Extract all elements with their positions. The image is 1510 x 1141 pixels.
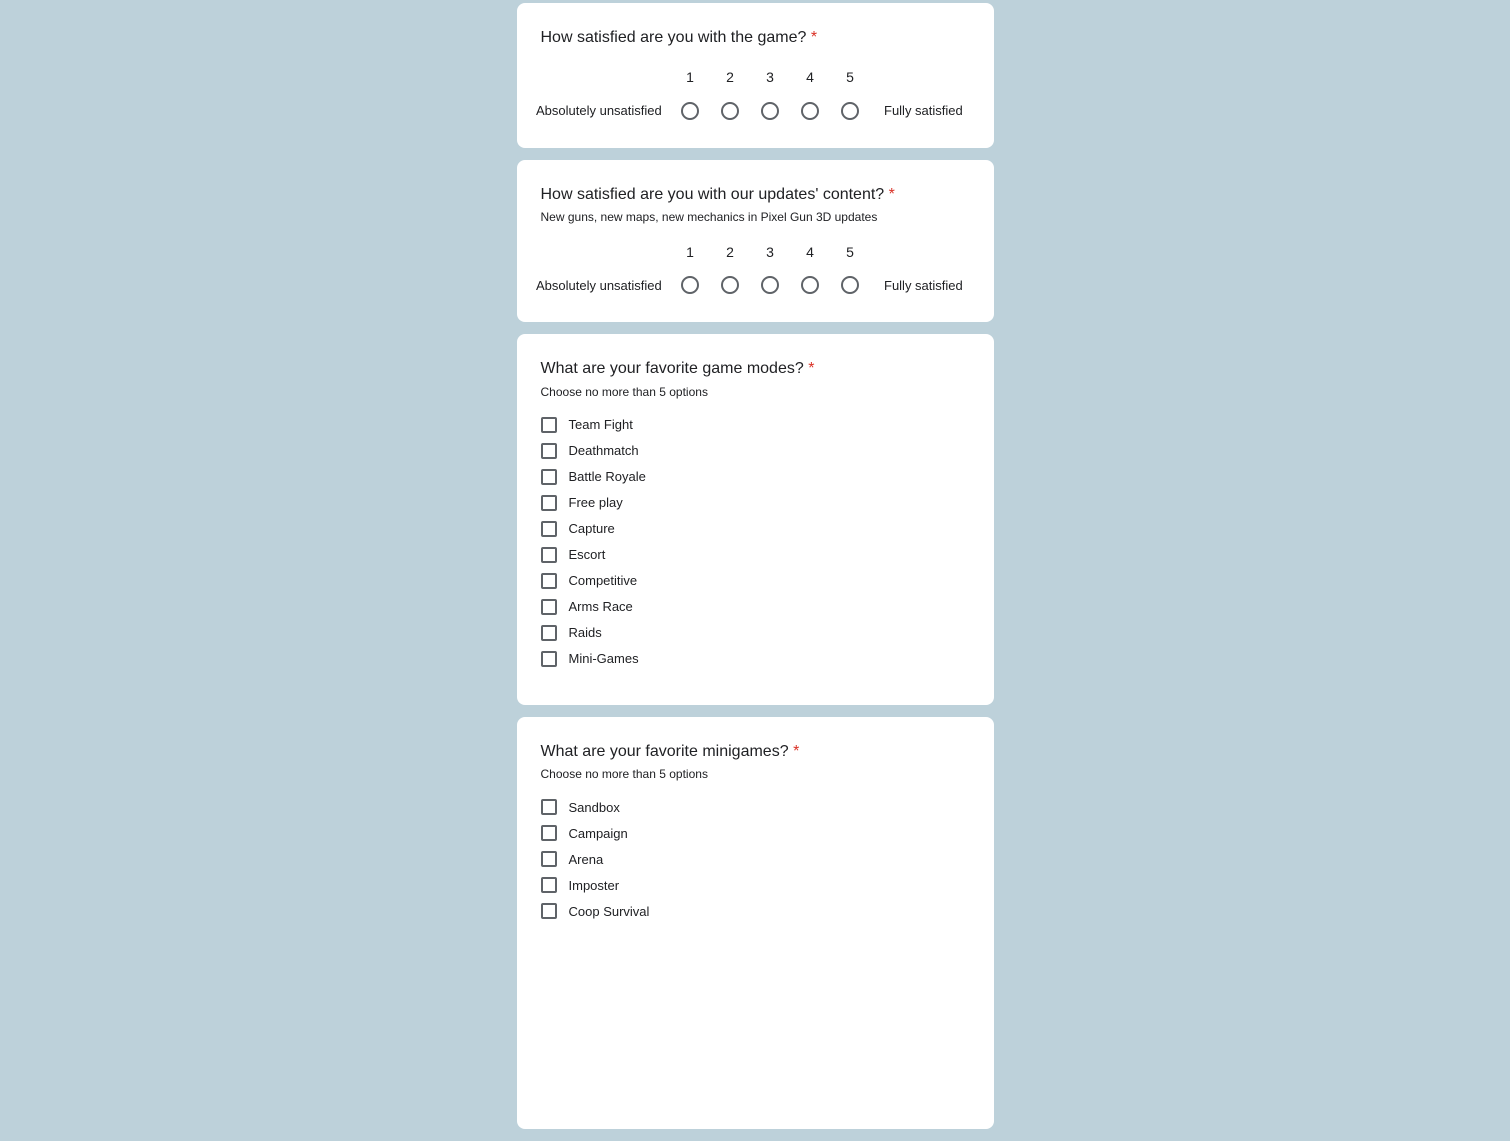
- checkbox-icon: [541, 599, 557, 615]
- scale-number: 3: [750, 244, 790, 260]
- question-title: How satisfied are you with our updates' …: [541, 184, 970, 206]
- option-label: Deathmatch: [569, 443, 639, 458]
- checkbox-icon: [541, 851, 557, 867]
- scale-numbers-row: 1 2 3 4 5: [541, 244, 970, 260]
- scale-radio-1[interactable]: [681, 276, 699, 294]
- form-container: How satisfied are you with the game? * 1…: [517, 0, 994, 1129]
- scale-number: 4: [790, 69, 830, 85]
- scale-low-label: Absolutely unsatisfied: [536, 278, 656, 293]
- checkbox-option[interactable]: Arena: [541, 851, 970, 867]
- scale-radios-row: Absolutely unsatisfied Fully satisfied: [541, 101, 970, 119]
- checkbox-option[interactable]: Mini-Games: [541, 651, 970, 667]
- checkbox-option[interactable]: Raids: [541, 625, 970, 641]
- checkbox-option[interactable]: Campaign: [541, 825, 970, 841]
- scale-number: 1: [670, 69, 710, 85]
- option-label: Battle Royale: [569, 469, 646, 484]
- checkbox-icon: [541, 443, 557, 459]
- scale-number: 2: [710, 244, 750, 260]
- option-label: Raids: [569, 625, 602, 640]
- checkbox-option[interactable]: Coop Survival: [541, 903, 970, 919]
- linear-scale: 1 2 3 4 5 Absolutely unsatisfied Fully: [541, 244, 970, 294]
- checkbox-option[interactable]: Capture: [541, 521, 970, 537]
- question-card-satisfaction-game: How satisfied are you with the game? * 1…: [517, 3, 994, 148]
- checkbox-list: Team Fight Deathmatch Battle Royale Free…: [541, 417, 970, 667]
- checkbox-icon: [541, 521, 557, 537]
- scale-number: 2: [710, 69, 750, 85]
- checkbox-list: Sandbox Campaign Arena Imposter Coop Sur…: [541, 799, 970, 919]
- checkbox-option[interactable]: Team Fight: [541, 417, 970, 433]
- checkbox-icon: [541, 573, 557, 589]
- checkbox-option[interactable]: Escort: [541, 547, 970, 563]
- question-title: How satisfied are you with the game? *: [541, 27, 970, 49]
- checkbox-icon: [541, 495, 557, 511]
- scale-radio-4[interactable]: [801, 276, 819, 294]
- option-label: Mini-Games: [569, 651, 639, 666]
- question-card-favorite-minigames: What are your favorite minigames? * Choo…: [517, 717, 994, 1129]
- checkbox-icon: [541, 469, 557, 485]
- option-label: Competitive: [569, 573, 638, 588]
- checkbox-icon: [541, 903, 557, 919]
- checkbox-icon: [541, 799, 557, 815]
- question-description: Choose no more than 5 options: [541, 767, 970, 781]
- scale-radio-4[interactable]: [801, 102, 819, 120]
- option-label: Free play: [569, 495, 623, 510]
- scale-radio-2[interactable]: [721, 102, 739, 120]
- required-marker: *: [811, 29, 817, 46]
- checkbox-option[interactable]: Sandbox: [541, 799, 970, 815]
- required-marker: *: [889, 186, 895, 203]
- option-label: Campaign: [569, 826, 628, 841]
- question-description: Choose no more than 5 options: [541, 385, 970, 399]
- checkbox-icon: [541, 625, 557, 641]
- checkbox-icon: [541, 547, 557, 563]
- scale-number: 5: [830, 69, 870, 85]
- scale-number: 3: [750, 69, 790, 85]
- question-card-satisfaction-updates: How satisfied are you with our updates' …: [517, 160, 994, 323]
- scale-number: 5: [830, 244, 870, 260]
- option-label: Arena: [569, 852, 604, 867]
- checkbox-option[interactable]: Free play: [541, 495, 970, 511]
- checkbox-icon: [541, 417, 557, 433]
- question-title-text: How satisfied are you with the game?: [541, 29, 807, 46]
- question-title-text: What are your favorite minigames?: [541, 743, 789, 760]
- scale-radio-5[interactable]: [841, 276, 859, 294]
- required-marker: *: [793, 743, 799, 760]
- option-label: Imposter: [569, 878, 620, 893]
- scale-radio-3[interactable]: [761, 102, 779, 120]
- scale-radio-3[interactable]: [761, 276, 779, 294]
- question-title: What are your favorite minigames? *: [541, 741, 970, 763]
- option-label: Coop Survival: [569, 904, 650, 919]
- option-label: Arms Race: [569, 599, 633, 614]
- scale-radios-row: Absolutely unsatisfied Fully satisfied: [541, 276, 970, 294]
- checkbox-option[interactable]: Battle Royale: [541, 469, 970, 485]
- question-title: What are your favorite game modes? *: [541, 358, 970, 380]
- option-label: Team Fight: [569, 417, 633, 432]
- question-title-text: How satisfied are you with our updates' …: [541, 186, 885, 203]
- checkbox-icon: [541, 825, 557, 841]
- scale-numbers-row: 1 2 3 4 5: [541, 69, 970, 85]
- option-label: Escort: [569, 547, 606, 562]
- required-marker: *: [808, 360, 814, 377]
- checkbox-option[interactable]: Deathmatch: [541, 443, 970, 459]
- scale-high-label: Fully satisfied: [884, 278, 974, 293]
- linear-scale: 1 2 3 4 5 Absolutely unsatisfied Fully: [541, 69, 970, 119]
- scale-low-label: Absolutely unsatisfied: [536, 103, 656, 118]
- checkbox-icon: [541, 877, 557, 893]
- option-label: Capture: [569, 521, 615, 536]
- scale-high-label: Fully satisfied: [884, 103, 974, 118]
- question-title-text: What are your favorite game modes?: [541, 360, 804, 377]
- scale-radio-1[interactable]: [681, 102, 699, 120]
- question-description: New guns, new maps, new mechanics in Pix…: [541, 210, 970, 224]
- checkbox-option[interactable]: Arms Race: [541, 599, 970, 615]
- checkbox-option[interactable]: Imposter: [541, 877, 970, 893]
- scale-radio-5[interactable]: [841, 102, 859, 120]
- scale-number: 1: [670, 244, 710, 260]
- scale-number: 4: [790, 244, 830, 260]
- checkbox-icon: [541, 651, 557, 667]
- question-card-favorite-modes: What are your favorite game modes? * Cho…: [517, 334, 994, 704]
- option-label: Sandbox: [569, 800, 620, 815]
- checkbox-option[interactable]: Competitive: [541, 573, 970, 589]
- scale-radio-2[interactable]: [721, 276, 739, 294]
